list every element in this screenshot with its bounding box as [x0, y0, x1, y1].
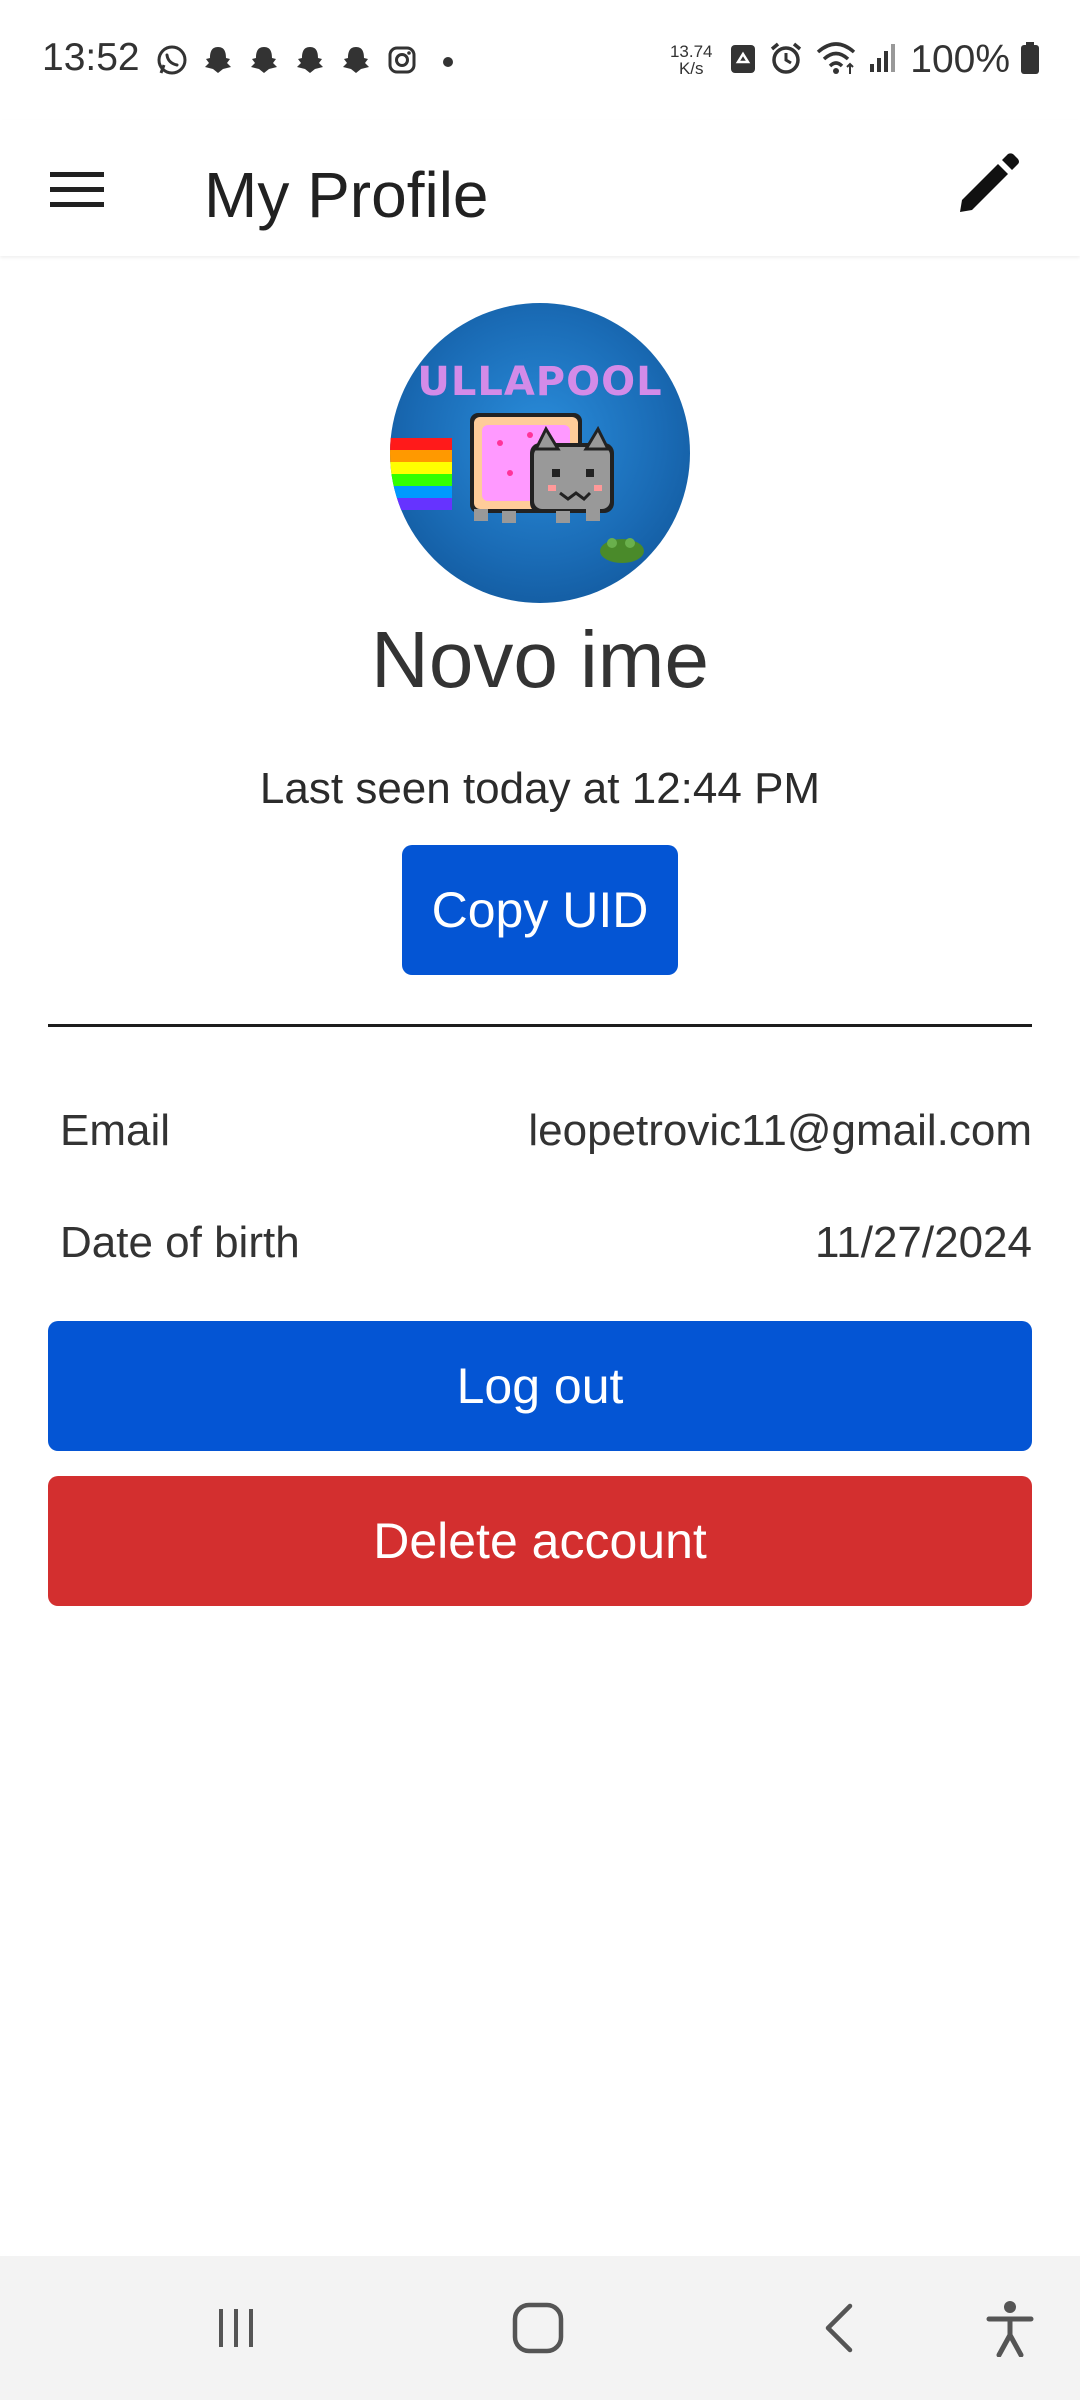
- snapchat-icon: [198, 40, 238, 80]
- recycle-icon: [728, 40, 758, 81]
- home-button[interactable]: [498, 2296, 578, 2360]
- page-title: My Profile: [204, 159, 489, 231]
- dot-icon: [428, 40, 468, 80]
- battery-percent: 100%: [910, 38, 1010, 81]
- date-of-birth-label: Date of birth: [60, 1218, 300, 1267]
- home-icon: [512, 2302, 564, 2354]
- recent-apps-button[interactable]: [196, 2296, 276, 2360]
- email-row: Email leopetrovic11@gmail.com: [60, 1106, 1032, 1156]
- log-out-button[interactable]: Log out: [48, 1321, 1032, 1451]
- menu-button[interactable]: [48, 166, 108, 214]
- snapchat-icon: [290, 40, 330, 80]
- profile-name: Novo ime: [371, 615, 709, 704]
- net-speed: 13.74 K/s: [664, 43, 718, 77]
- accessibility-icon: [986, 2301, 1034, 2357]
- divider: [48, 1024, 1032, 1027]
- signal-icon: [868, 40, 900, 81]
- notification-icons: [152, 40, 468, 80]
- status-bar: 13:52 13.74 K/s 100%: [0, 0, 1080, 120]
- hamburger-menu-icon: [50, 172, 104, 207]
- snapchat-icon: [336, 40, 376, 80]
- back-icon: [825, 2303, 853, 2353]
- net-speed-unit: K/s: [678, 59, 704, 78]
- status-time: 13:52: [42, 36, 140, 79]
- delete-account-button[interactable]: Delete account: [48, 1476, 1032, 1606]
- battery-icon: [1020, 40, 1040, 81]
- last-seen-text: Last seen today at 12:44 PM: [259, 764, 821, 813]
- email-label: Email: [60, 1106, 171, 1155]
- avatar[interactable]: ULLAPOOL: [390, 303, 690, 603]
- alarm-icon: [768, 40, 804, 81]
- recent-apps-icon: [219, 2309, 253, 2347]
- instagram-icon: [382, 40, 422, 80]
- app-bar: My Profile: [0, 120, 1080, 256]
- edit-profile-button[interactable]: [942, 140, 1032, 230]
- date-of-birth-row: Date of birth 11/27/2024: [60, 1218, 1032, 1268]
- snapchat-icon: [244, 40, 284, 80]
- accessibility-button[interactable]: [970, 2296, 1050, 2360]
- whatsapp-icon: [152, 40, 192, 80]
- email-value: leopetrovic11@gmail.com: [528, 1106, 1032, 1155]
- nyan-cat-image: [390, 413, 644, 563]
- date-of-birth-value: 11/27/2024: [815, 1218, 1032, 1267]
- net-speed-value: 13.74: [669, 42, 713, 61]
- wifi-icon: [814, 40, 858, 81]
- pencil-icon: [960, 153, 1019, 212]
- copy-uid-button[interactable]: Copy UID: [402, 845, 678, 975]
- status-right: 13.74 K/s 100%: [664, 38, 1040, 82]
- back-button[interactable]: [800, 2296, 880, 2360]
- system-nav-bar: [0, 2256, 1080, 2400]
